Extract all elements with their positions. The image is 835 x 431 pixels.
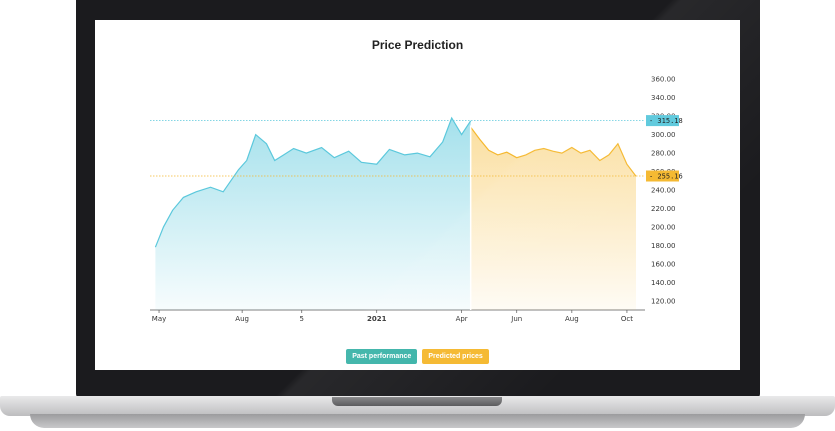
y-tick-label: 200.00 xyxy=(651,223,676,231)
chart-legend: Past performance Predicted prices xyxy=(95,349,740,364)
price-chart: 360.00340.00320.00300.00280.00260.00240.… xyxy=(150,76,683,323)
x-tick-label: May xyxy=(152,315,166,323)
price-tag-label: - 255.16 xyxy=(649,173,683,181)
price-tag-label: - 315.18 xyxy=(649,117,683,125)
y-tick-label: 180.00 xyxy=(651,242,676,250)
x-tick-label: Oct xyxy=(621,315,633,323)
x-tick-label: Apr xyxy=(456,315,468,323)
past-area xyxy=(155,118,471,310)
y-tick-label: 160.00 xyxy=(651,260,676,268)
laptop-base-bottom xyxy=(30,414,805,428)
laptop-screen: Price Prediction 360.00340.00320.00300.0… xyxy=(95,20,740,370)
predicted-area xyxy=(470,127,636,310)
y-tick-label: 360.00 xyxy=(651,76,676,84)
y-tick-label: 120.00 xyxy=(651,297,676,305)
y-tick-label: 280.00 xyxy=(651,150,676,158)
legend-predicted-prices[interactable]: Predicted prices xyxy=(422,349,489,364)
x-tick-label: Aug xyxy=(235,315,249,323)
y-tick-label: 300.00 xyxy=(651,131,676,139)
x-tick-label: 2021 xyxy=(367,315,387,323)
laptop-notch xyxy=(332,397,502,406)
x-tick-label: Jun xyxy=(510,315,522,323)
legend-past-performance[interactable]: Past performance xyxy=(346,349,418,364)
y-tick-label: 240.00 xyxy=(651,187,676,195)
x-tick-label: Aug xyxy=(565,315,579,323)
y-tick-label: 340.00 xyxy=(651,94,676,102)
y-tick-label: 220.00 xyxy=(651,205,676,213)
x-tick-label: 5 xyxy=(300,315,304,323)
y-tick-label: 140.00 xyxy=(651,279,676,287)
